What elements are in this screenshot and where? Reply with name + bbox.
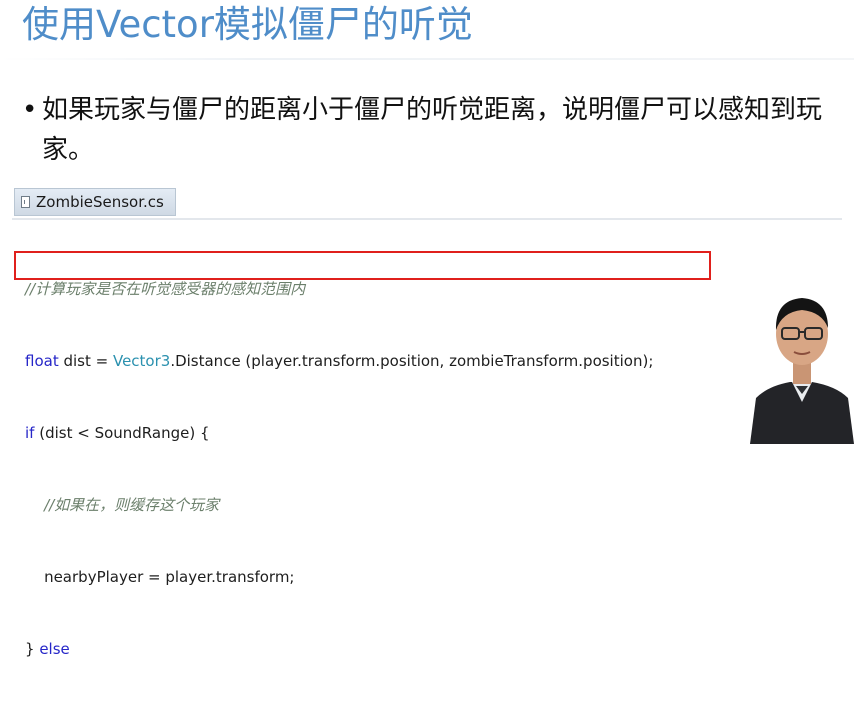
code-keyword: else (39, 640, 70, 658)
code-line-1: //计算玩家是否在听觉感受器的感知范围内 (25, 277, 653, 301)
code-keyword: float (25, 352, 59, 370)
code-line-6: } else (25, 637, 653, 661)
file-icon (21, 196, 30, 208)
title-divider (0, 58, 854, 60)
slide: 使用Vector模拟僵尸的听觉 • 如果玩家与僵尸的距离小于僵尸的听觉距离，说明… (0, 0, 854, 658)
code-text: (dist < SoundRange) { (34, 424, 210, 442)
code-text: dist = (58, 352, 113, 370)
code-type: Vector3 (112, 352, 171, 370)
file-tab-label: ZombieSensor.cs (36, 193, 164, 211)
code-line-2: float dist = Vector3.Distance (player.tr… (25, 349, 653, 373)
code-block: //计算玩家是否在听觉感受器的感知范围内 float dist = Vector… (25, 229, 653, 709)
code-line-3: if (dist < SoundRange) { (25, 421, 653, 445)
code-comment: //计算玩家是否在听觉感受器的感知范围内 (25, 280, 306, 298)
bullet-text: 如果玩家与僵尸的距离小于僵尸的听觉距离，说明僵尸可以感知到玩家。 (42, 95, 823, 165)
code-line-4: //如果在，则缓存这个玩家 (25, 493, 653, 517)
code-comment: //如果在，则缓存这个玩家 (25, 496, 220, 514)
code-text: nearbyPlayer = player.transform; (25, 568, 295, 586)
code-text: .Distance (player.transform.position, zo… (170, 352, 654, 370)
presenter-video (748, 290, 854, 444)
code-text: } (25, 640, 40, 658)
bullet-dot-icon: • (22, 95, 38, 125)
code-line-5: nearbyPlayer = player.transform; (25, 565, 653, 589)
file-tab[interactable]: ZombieSensor.cs (14, 188, 176, 216)
editor-divider (12, 218, 842, 220)
presenter-avatar (748, 290, 854, 444)
slide-title: 使用Vector模拟僵尸的听觉 (22, 3, 473, 46)
